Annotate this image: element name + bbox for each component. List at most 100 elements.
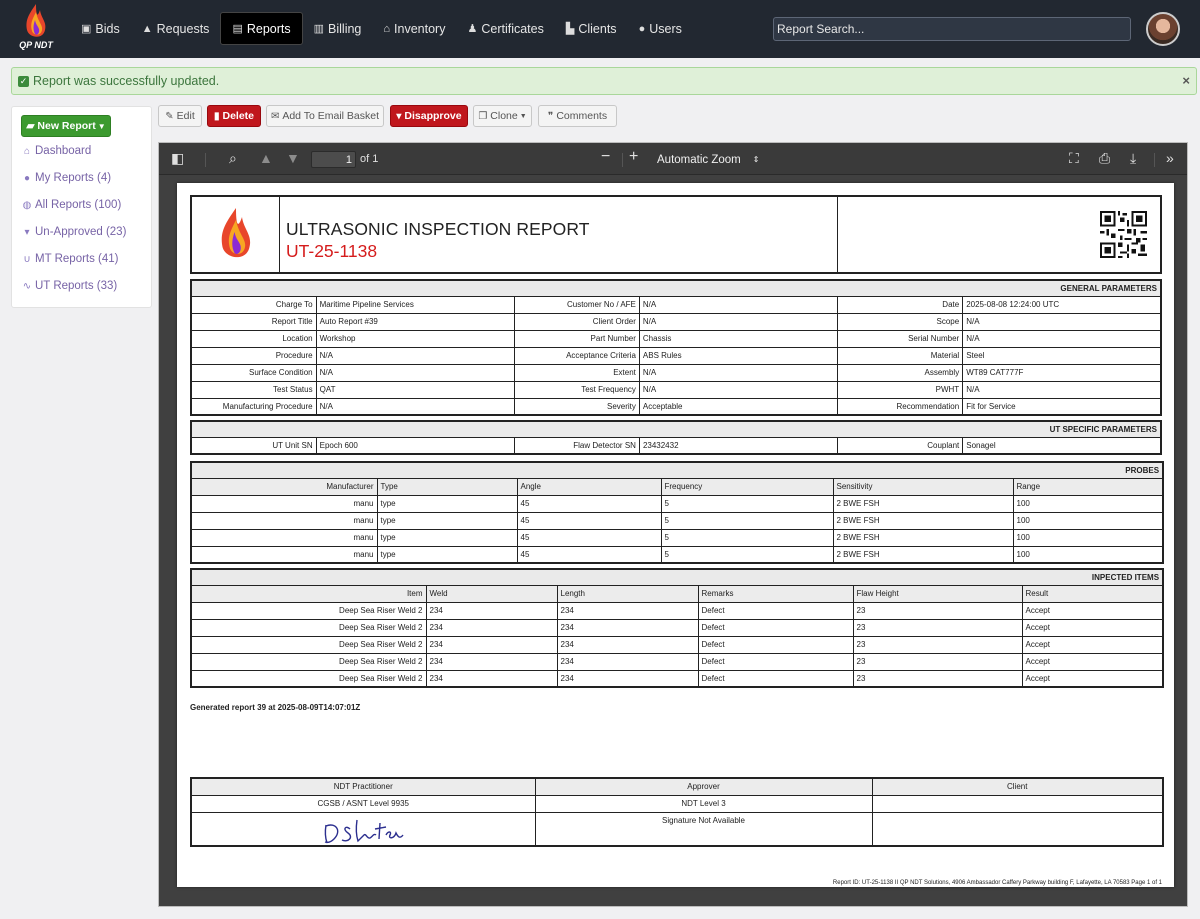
param-label: Charge To — [190, 295, 317, 314]
print-icon[interactable]: ⎙ — [1099, 150, 1110, 167]
table-row: Deep Sea Riser Weld 2 234 234 Defect 23 Accep… — [190, 601, 1164, 620]
flame-logo-icon — [26, 4, 46, 37]
param-value: Steel — [962, 346, 1162, 365]
comments-button[interactable]: ❞ Comments — [538, 105, 617, 127]
disapprove-button[interactable]: ▾ Disapprove — [390, 105, 468, 127]
table-row: Deep Sea Riser Weld 2 234 234 Defect 23 Accep… — [190, 635, 1164, 654]
thumbs-down-icon: ▾ — [396, 110, 402, 122]
table-cell: Defect — [697, 618, 854, 637]
param-label: Serial Number — [837, 329, 964, 348]
inbox-icon: ▣ — [81, 23, 92, 35]
comments-icon: ❞ — [547, 110, 554, 122]
column-header: Sensitivity — [832, 477, 1014, 496]
table-cell: Defect — [697, 601, 854, 620]
param-value: Workshop — [315, 329, 515, 348]
table-cell: 45 — [516, 511, 662, 530]
nav-label: Bids — [95, 21, 120, 36]
report-search-input[interactable] — [773, 17, 1131, 41]
param-value: QAT — [315, 380, 515, 399]
param-value: Maritime Pipeline Services — [315, 295, 515, 314]
param-value: 2025-08-08 12:24:00 UTC — [962, 295, 1162, 314]
table-cell: 23 — [852, 652, 1023, 671]
table-cell: Accept — [1021, 635, 1164, 654]
arrow-up-icon[interactable]: ▲ — [259, 150, 273, 166]
nav-billing[interactable]: ▥ Billing — [303, 12, 373, 45]
thumbs-down-icon: ▾ — [24, 226, 30, 238]
page-number-input[interactable] — [311, 151, 356, 168]
toolbar-divider — [622, 153, 623, 167]
logo-text: QP NDT — [19, 40, 53, 50]
sidebar-item-all-reports[interactable]: ◍ All Reports (100) — [21, 195, 122, 215]
nav-clients[interactable]: ▙ Clients — [555, 12, 628, 45]
param-label: Manufacturing Procedure — [190, 397, 317, 416]
table-row: Report Title Auto Report #39 Client Order N… — [190, 312, 1162, 331]
table-cell: Accept — [1021, 652, 1164, 671]
param-label: Customer No / AFE — [513, 295, 640, 314]
nav-users[interactable]: ● Users — [628, 12, 693, 45]
sidebar-item-mt-reports[interactable]: ∪ MT Reports (41) — [21, 249, 118, 269]
table-cell: 234 — [425, 652, 558, 671]
sidebar-item-dashboard[interactable]: ⌂ Dashboard — [21, 141, 91, 161]
table-cell: 234 — [556, 601, 699, 620]
presentation-mode-icon[interactable]: ⛶ — [1069, 150, 1079, 167]
param-value: N/A — [962, 380, 1162, 399]
table-row: Deep Sea Riser Weld 2 234 234 Defect 23 Accep… — [190, 618, 1164, 637]
clone-button[interactable]: ❐ Clone ▼ — [473, 105, 532, 127]
client-signature-cell — [871, 811, 1164, 847]
table-header-row: Manufacturer Type Angle Frequency Sensitivit… — [190, 477, 1164, 496]
param-label: Location — [190, 329, 317, 348]
sidebar-item-unapproved[interactable]: ▾ Un-Approved (23) — [21, 222, 126, 242]
param-label: Scope — [837, 312, 964, 331]
table-cell: 5 — [660, 528, 834, 547]
disapprove-label: Disapprove — [404, 110, 462, 122]
zoom-in-icon[interactable]: + — [629, 148, 638, 166]
download-icon[interactable]: ⤓ — [1130, 150, 1136, 167]
tools-menu-icon[interactable]: » — [1166, 150, 1174, 166]
param-label: Assembly — [837, 363, 964, 382]
add-to-email-basket-button[interactable]: ✉ Add To Email Basket — [266, 105, 384, 127]
sidebar-item-my-reports[interactable]: ● My Reports (4) — [21, 168, 111, 188]
sidebar-item-ut-reports[interactable]: ∿ UT Reports (33) — [21, 276, 117, 296]
zoom-select[interactable]: Automatic Zoom ⇕ — [651, 151, 761, 168]
table-cell: 100 — [1012, 494, 1164, 513]
main-nav: ▣ Bids ▲ Requests ▤ Reports ▥ Billing ⌂ Inven… — [70, 12, 693, 45]
flame-logo-icon — [221, 208, 251, 258]
industry-icon: ▙ — [565, 23, 575, 35]
param-value: N/A — [638, 312, 839, 331]
param-value: 23432432 — [638, 436, 839, 455]
top-navbar: QP NDT ▣ Bids ▲ Requests ▤ Reports ▥ Billing… — [0, 0, 1200, 58]
table-cell: type — [376, 511, 518, 530]
nav-bids[interactable]: ▣ Bids — [70, 12, 131, 45]
zoom-out-icon[interactable]: − — [601, 148, 610, 166]
wave-icon: ∿ — [22, 280, 32, 292]
sidebar-toggle-icon[interactable]: ◧ — [171, 150, 184, 167]
table-cell: 234 — [556, 669, 699, 688]
edit-button[interactable]: ✎ Edit — [158, 105, 202, 127]
param-value: Acceptable — [638, 397, 839, 416]
table-row: Test Status QAT Test Frequency N/A PWHT N/A — [190, 380, 1162, 399]
report-number: UT-25-1138 — [286, 241, 378, 261]
table-row: Surface Condition N/A Extent N/A Assembly WT8… — [190, 363, 1162, 382]
table-row: Location Workshop Part Number Chassis Serial… — [190, 329, 1162, 348]
table-row: manu type 45 5 2 BWE FSH 100 — [190, 528, 1164, 547]
nav-certificates[interactable]: ♟ Certificates — [456, 12, 554, 45]
param-label: Client Order — [513, 312, 640, 331]
delete-button[interactable]: ▮ Delete — [207, 105, 261, 127]
sig-header: Client — [871, 777, 1164, 796]
new-report-button[interactable]: ▰ New Report ▼ — [21, 115, 111, 137]
nav-requests[interactable]: ▲ Requests — [131, 12, 221, 45]
param-label: Extent — [513, 363, 640, 382]
arrow-down-icon[interactable]: ▼ — [286, 150, 300, 166]
table-cell: Deep Sea Riser Weld 2 — [190, 652, 427, 671]
nav-inventory[interactable]: ⌂ Inventory — [372, 12, 456, 45]
param-value: Chassis — [638, 329, 839, 348]
app-logo[interactable]: QP NDT — [14, 2, 58, 56]
search-icon[interactable]: ⌕ — [229, 150, 237, 167]
sidebar-item-label: Un-Approved (23) — [35, 226, 127, 238]
alert-close-button[interactable]: × — [1182, 73, 1190, 88]
param-label: Test Frequency — [513, 380, 640, 399]
user-avatar[interactable] — [1146, 12, 1180, 46]
warehouse-icon: ⌂ — [383, 22, 391, 35]
nav-reports[interactable]: ▤ Reports — [220, 12, 303, 45]
param-label: Recommendation — [837, 397, 964, 416]
